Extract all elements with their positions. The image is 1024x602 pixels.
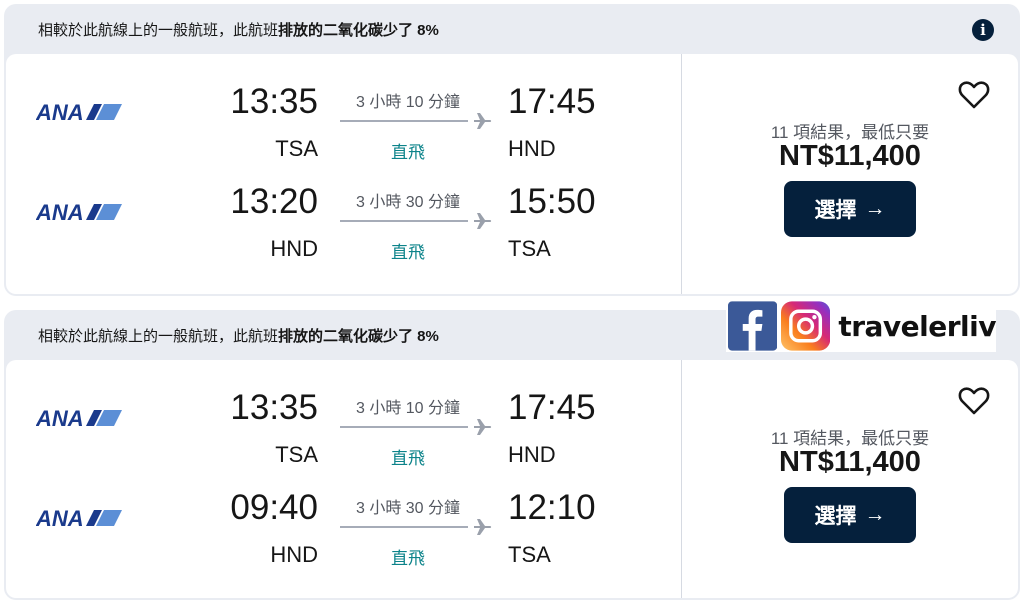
eco-banner-bold: 排放的二氧化碳少了 8%: [278, 21, 439, 39]
flight-result-2: 相較於此航線上的一般航班，此航班 排放的二氧化碳少了 8% ANA 13:35 T…: [4, 310, 1020, 600]
stops-label: 直飛: [391, 243, 425, 262]
instagram-icon: [781, 301, 831, 351]
flight-duration: 3 小時 10 分鐘: [355, 400, 461, 417]
arrow-right-icon: →: [864, 197, 886, 220]
flight-legs: ANA 13:35 TSA 3 小時 10 分鐘 直飛 17:45 HND AN…: [6, 54, 682, 294]
arrival-time: 12:10: [508, 488, 596, 527]
departure-airport: TSA: [275, 136, 318, 161]
select-button[interactable]: 選擇 →: [784, 181, 916, 237]
stops-label: 直飛: [391, 143, 425, 162]
ana-logo: ANA: [36, 506, 122, 530]
ana-logo: ANA: [36, 200, 122, 224]
ana-logo: ANA: [36, 100, 122, 124]
flight-leg-outbound: ANA 13:35 TSA 3 小時 10 分鐘 直飛 17:45 HND: [6, 388, 682, 478]
flight-card[interactable]: ANA 13:35 TSA 3 小時 10 分鐘 直飛 17:45 HND AN…: [6, 54, 1018, 294]
eco-banner-bold: 排放的二氧化碳少了 8%: [278, 327, 439, 345]
arrival-airport: HND: [508, 136, 556, 161]
plane-icon: [474, 113, 492, 129]
plane-icon: [474, 519, 492, 535]
flight-result-1: 相較於此航線上的一般航班，此航班 排放的二氧化碳少了 8% i ANA 13:35…: [4, 4, 1020, 296]
eco-banner-text: 相較於此航線上的一般航班，此航班: [38, 21, 279, 39]
watermark-handle: travelerliv: [838, 309, 996, 343]
departure-airport: HND: [270, 542, 318, 567]
arrival-time: 17:45: [508, 388, 596, 427]
price: NT$11,400: [779, 446, 921, 478]
departure-time: 09:40: [230, 488, 318, 527]
plane-icon: [474, 213, 492, 229]
arrival-airport: TSA: [508, 542, 551, 567]
select-button-label: 選擇: [814, 505, 857, 528]
flight-leg-outbound: ANA 13:35 TSA 3 小時 10 分鐘 直飛 17:45 HND: [6, 82, 682, 172]
arrival-airport: TSA: [508, 236, 551, 261]
select-button[interactable]: 選擇 →: [784, 487, 916, 543]
arrival-time: 17:45: [508, 82, 596, 121]
flight-card[interactable]: ANA 13:35 TSA 3 小時 10 分鐘 直飛 17:45 HND AN…: [6, 360, 1018, 598]
social-watermark: travelerliv: [726, 300, 996, 352]
ana-logo-text: ANA: [36, 200, 84, 224]
price-panel: 11 項結果，最低只要 NT$11,400 選擇 →: [682, 360, 1018, 598]
route-line: [340, 526, 468, 528]
stops-label: 直飛: [391, 549, 425, 568]
arrow-right-icon: →: [864, 503, 886, 526]
arrival-airport: HND: [508, 442, 556, 467]
departure-time: 13:35: [230, 388, 318, 427]
eco-banner: 相較於此航線上的一般航班，此航班 排放的二氧化碳少了 8%: [4, 4, 1020, 54]
select-button-label: 選擇: [814, 199, 857, 222]
heart-icon[interactable]: [958, 386, 990, 416]
price: NT$11,400: [779, 140, 921, 172]
flight-duration: 3 小時 30 分鐘: [355, 194, 461, 211]
route-line: [340, 426, 468, 428]
flight-duration: 3 小時 10 分鐘: [355, 94, 461, 111]
departure-airport: HND: [270, 236, 318, 261]
price-panel: 11 項結果，最低只要 NT$11,400 選擇 →: [682, 54, 1018, 294]
stops-label: 直飛: [391, 449, 425, 468]
departure-time: 13:20: [230, 182, 318, 221]
ana-logo-text: ANA: [36, 506, 84, 530]
departure-airport: TSA: [275, 442, 318, 467]
eco-banner-text: 相較於此航線上的一般航班，此航班: [38, 327, 279, 345]
plane-icon: [474, 419, 492, 435]
flight-leg-return: ANA 13:20 HND 3 小時 30 分鐘 直飛 15:50 TSA: [6, 182, 682, 272]
facebook-icon: [728, 301, 778, 351]
ana-logo-text: ANA: [36, 406, 84, 430]
flight-duration: 3 小時 30 分鐘: [355, 500, 461, 517]
flight-leg-return: ANA 09:40 HND 3 小時 30 分鐘 直飛 12:10 TSA: [6, 488, 682, 578]
route-line: [340, 220, 468, 222]
ana-logo: ANA: [36, 406, 122, 430]
heart-icon[interactable]: [958, 80, 990, 110]
ana-logo-text: ANA: [36, 100, 84, 124]
flight-legs: ANA 13:35 TSA 3 小時 10 分鐘 直飛 17:45 HND AN…: [6, 360, 682, 598]
route-line: [340, 120, 468, 122]
departure-time: 13:35: [230, 82, 318, 121]
arrival-time: 15:50: [508, 182, 596, 221]
info-icon[interactable]: i: [972, 19, 994, 41]
